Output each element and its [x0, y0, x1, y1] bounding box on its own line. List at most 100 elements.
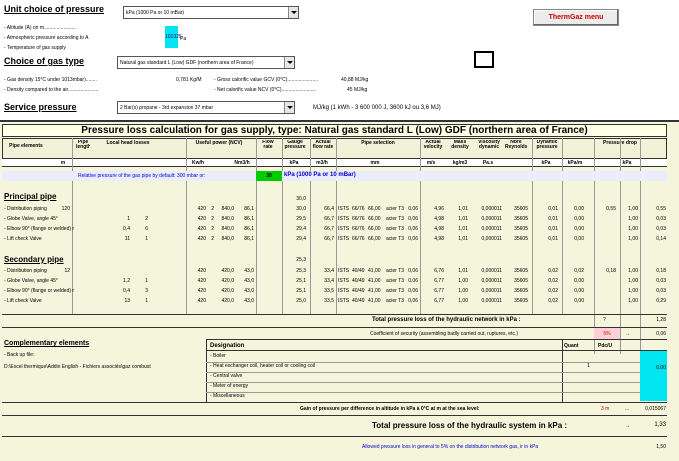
principal-cell-p: 420	[197, 216, 206, 222]
principal-cell-ps: ISTS	[338, 206, 350, 212]
secondary-cell-mu: 0,000011	[481, 288, 502, 294]
allowed-label: Allowed pressure loss in general to 5% o…	[362, 444, 539, 450]
principal-cell-dp: 0,01	[548, 206, 558, 212]
secondary-cell-a: 33,5	[324, 298, 334, 304]
complementary-heading: Complementary elements	[4, 340, 90, 347]
secondary-cell-n[interactable]: 1	[134, 278, 148, 284]
grid-line	[186, 138, 187, 314]
secondary-cell-k[interactable]: 1,2	[116, 278, 130, 284]
principal-cell-tot: 0,14	[656, 236, 666, 242]
unit-select[interactable]: kPa (1000 Pa or 10 mBar)	[123, 6, 299, 19]
atm-pressure-value: 101325	[165, 34, 182, 40]
col-gauge-pressure: Gauge pressure	[284, 140, 306, 150]
atm-pressure-unit: Pa	[180, 36, 187, 42]
allowed-value: 1,50	[656, 444, 666, 450]
chevron-down-icon[interactable]	[284, 57, 294, 68]
principal-cell-f: 86,1	[244, 216, 254, 222]
secondary-cell-name: - Globe Valve, angle 45°	[4, 278, 58, 284]
gas-type-select[interactable]: Natural gas standard L (Low) GDF (northe…	[117, 56, 295, 69]
principal-cell-n[interactable]: 2	[134, 216, 148, 222]
complementary-item: - Central valve	[210, 373, 243, 379]
secondary-cell-kk: 1,00	[628, 278, 638, 284]
total-hydraulic-value: 1,28	[656, 317, 666, 323]
principal-cell-f: 86,1	[244, 226, 254, 232]
secondary-cell-k[interactable]: 0,4	[116, 288, 130, 294]
principal-cell-re: 35605	[514, 226, 528, 232]
principal-cell-vel: 4,98	[434, 216, 444, 222]
secondary-cell-p: 420	[197, 288, 206, 294]
principal-cell-k[interactable]: 11	[116, 236, 130, 242]
secondary-cell-rho: 1,00	[458, 298, 468, 304]
secondary-cell-ps: ISTS	[338, 278, 350, 284]
unit-select-value: kPa (1000 Pa or 10 mBar)	[126, 10, 185, 16]
complementary-result: 0,00	[656, 365, 666, 371]
principal-cell-n[interactable]: 6	[134, 226, 148, 232]
unit-ms: m/s	[426, 160, 436, 166]
unit-m: m	[60, 160, 66, 166]
principal-cell-d: 66/76	[352, 226, 365, 232]
total-system-value: 1,33	[654, 422, 666, 428]
principal-pipe-heading: Principal pipe	[4, 192, 57, 201]
density-label: - Gas density 15°C under 1013mbar)......…	[4, 77, 97, 83]
principal-cell-len[interactable]: 120	[60, 206, 70, 212]
secondary-cell-tot: 0,03	[656, 288, 666, 294]
principal-cell-dp: 0,01	[548, 216, 558, 222]
secondary-cell-v: 0,06	[408, 298, 418, 304]
principal-cell-mu: 0,000011	[481, 206, 502, 212]
principal-cell-dp: 0,01	[548, 226, 558, 232]
temperature-label: - Temperature of gas supply	[4, 45, 66, 51]
secondary-cell-dr: 0,02	[574, 268, 584, 274]
unit-kpa-dyn: kPa	[541, 160, 551, 166]
principal-cell-mu: 0,000011	[481, 226, 502, 232]
complementary-item: - Heat exchanger coil, heater coil or co…	[210, 363, 316, 369]
secondary-cell-jl: 0,18	[606, 268, 616, 274]
secondary-cell-p: 420	[197, 278, 206, 284]
divider	[2, 415, 667, 416]
secondary-cell-len[interactable]: 12	[60, 268, 70, 274]
gain-label: Gain of pressure per difference in altit…	[300, 406, 480, 412]
service-pressure-select-value: 2 Bar(s) propane - 3rd expansion 37 mbar	[120, 105, 214, 111]
principal-cell-a: 66,7	[324, 236, 334, 242]
relative-pressure-unit: kPa (1000 Pa or 10 mBar)	[284, 172, 356, 178]
secondary-cell-name: - Elbow 90° (flange or welded) r/d - 1	[4, 288, 74, 294]
total-system-label: Total pressure loss of the hydraulic sys…	[372, 421, 568, 430]
principal-cell-re: 35605	[514, 216, 528, 222]
secondary-cell-dr: 0,00	[574, 288, 584, 294]
chevron-down-icon[interactable]	[284, 102, 294, 113]
secondary-cell-k[interactable]: 13	[116, 298, 130, 304]
secondary-cell-mu: 0,000011	[481, 268, 502, 274]
grid-line	[336, 138, 337, 314]
chevron-down-icon[interactable]	[288, 7, 298, 18]
grid-line	[310, 138, 311, 314]
col-flow-rate: Flow rate	[262, 140, 274, 150]
col-actual-flow: Actual flow rate	[312, 140, 334, 150]
secondary-cell-n[interactable]: 1	[134, 298, 148, 304]
secondary-cell-t: 420,0	[221, 278, 234, 284]
principal-cell-d: 66/76	[352, 236, 365, 242]
secondary-cell-p: 420	[197, 298, 206, 304]
ncv-value: 45 MJ/kg	[347, 87, 368, 93]
thermgaz-menu-button[interactable]: ThermGaz menu	[533, 9, 619, 26]
principal-cell-a: 66,7	[324, 216, 334, 222]
secondary-cell-re: 35605	[514, 298, 528, 304]
principal-cell-n[interactable]: 1	[134, 236, 148, 242]
principal-cell-vel: 4,98	[434, 236, 444, 242]
principal-cell-t: 840,0	[221, 206, 234, 212]
unit-kpa-total: kPa	[622, 160, 632, 166]
principal-cell-d: 66/76	[352, 206, 365, 212]
secondary-cell-t: 420,0	[221, 298, 234, 304]
secondary-cell-f: 43,0	[244, 268, 254, 274]
quant-header: Quant	[564, 343, 579, 349]
principal-cell-g: 29,4	[296, 236, 306, 242]
complementary-quant[interactable]: 1	[564, 363, 590, 369]
secondary-cell-mu: 0,000011	[481, 298, 502, 304]
service-pressure-select[interactable]: 2 Bar(s) propane - 3rd expansion 37 mbar	[117, 101, 295, 114]
col-dynamic-pressure: Dynamic pressure	[536, 140, 558, 150]
total-hydraulic-question: ?	[603, 317, 606, 323]
secondary-cell-n[interactable]: 3	[134, 288, 148, 294]
secondary-cell-g: 25,1	[296, 278, 306, 284]
secondary-cell-t: 420,0	[221, 268, 234, 274]
secondary-cell-g: 25,1	[296, 288, 306, 294]
principal-cell-k[interactable]: 0,4	[116, 226, 130, 232]
principal-cell-k[interactable]: 1	[116, 216, 130, 222]
